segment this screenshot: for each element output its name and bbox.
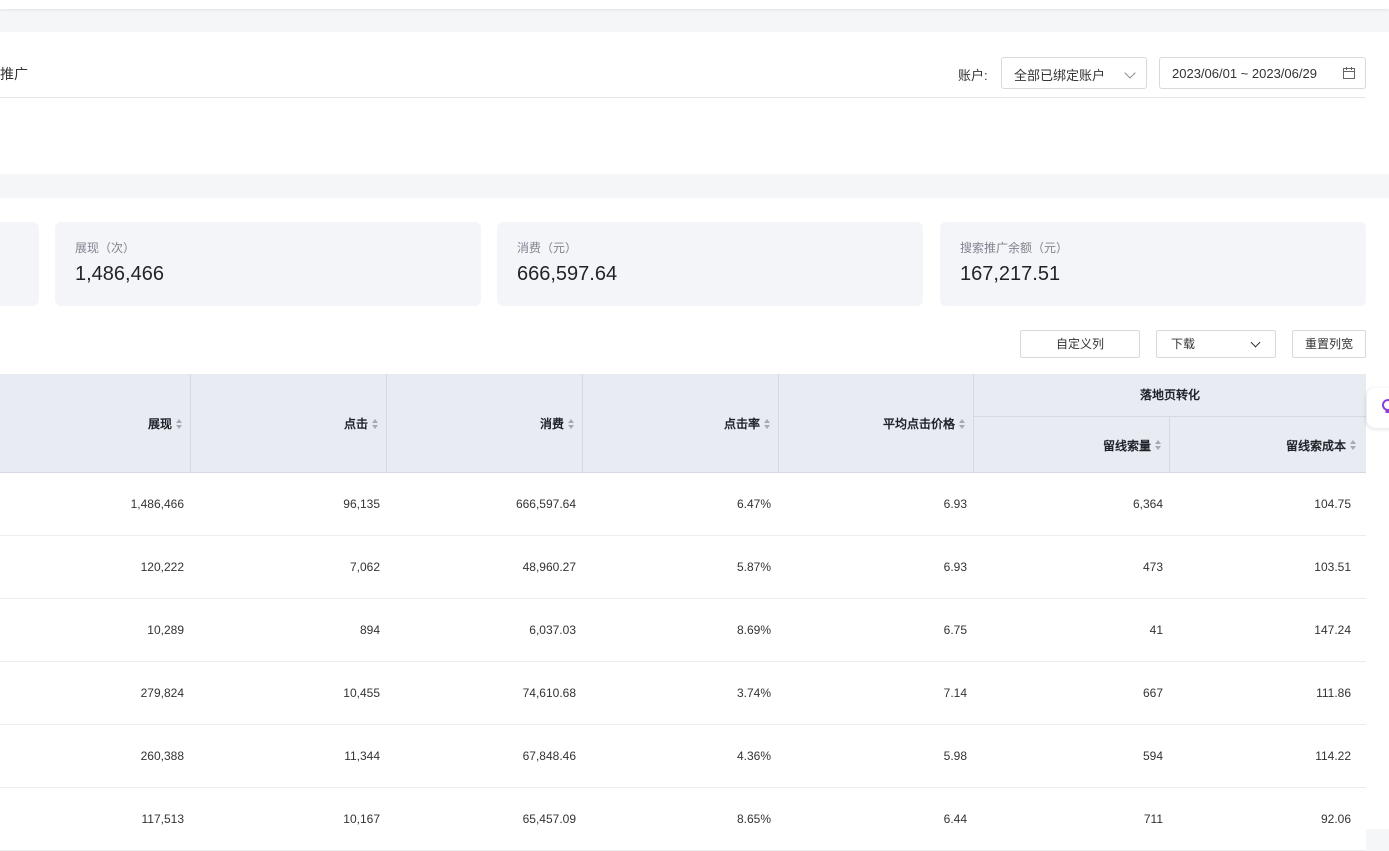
table-cell: 1,486,466: [0, 473, 184, 535]
table-cell: 147.24: [1170, 599, 1351, 661]
table-cell: 473: [974, 536, 1163, 598]
column-header-label: 点击率: [724, 415, 760, 432]
metric-value: 1,486,466: [75, 263, 164, 286]
column-header-impressions[interactable]: 展现: [0, 374, 182, 473]
column-header-cost[interactable]: 消费: [386, 374, 574, 473]
table-row: 279,82410,45574,610.683.74%7.14667111.86: [0, 662, 1366, 725]
table-cell: 6,037.03: [386, 599, 576, 661]
floating-assistant[interactable]: [1367, 388, 1389, 428]
lightbulb-icon: [1380, 399, 1389, 415]
table-cell: 111.86: [1170, 662, 1351, 724]
table-cell: 7,062: [190, 536, 380, 598]
table-cell: 667: [974, 662, 1163, 724]
top-bar: [0, 0, 1389, 9]
page-title: 推广: [0, 64, 28, 84]
sort-icon[interactable]: [1350, 440, 1356, 450]
metric-value: 167,217.51: [960, 263, 1060, 286]
table-cell: 65,457.09: [386, 788, 576, 850]
table-cell: 6,364: [974, 473, 1163, 535]
table-cell: 711: [974, 788, 1163, 850]
table-row: 120,2227,06248,960.275.87%6.93473103.51: [0, 536, 1366, 599]
table-cell: 48,960.27: [386, 536, 576, 598]
sort-icon[interactable]: [1155, 440, 1161, 450]
metric-card-impressions: 展现（次） 1,486,466: [55, 222, 481, 306]
table-cell: 5.87%: [582, 536, 771, 598]
custom-columns-button[interactable]: 自定义列: [1020, 330, 1140, 358]
table-cell: 6.75: [778, 599, 967, 661]
metric-label: 展现（次）: [75, 239, 135, 256]
filter-panel: [0, 32, 1389, 174]
table-cell: 11,344: [190, 725, 380, 787]
table-cell: 5.98: [778, 725, 967, 787]
sort-icon[interactable]: [372, 419, 378, 429]
table-cell: 894: [190, 599, 380, 661]
column-header-label: 留线索成本: [1286, 437, 1346, 454]
sort-icon[interactable]: [176, 419, 182, 429]
column-header-label: 展现: [148, 415, 172, 432]
metric-card-cost: 消费（元） 666,597.64: [497, 222, 923, 306]
table-cell: 67,848.46: [386, 725, 576, 787]
table-row: 117,51310,16765,457.098.65%6.4471192.06: [0, 788, 1366, 851]
table-cell: 6.47%: [582, 473, 771, 535]
column-header-ctr[interactable]: 点击率: [582, 374, 770, 473]
table-cell: 96,135: [190, 473, 380, 535]
metric-card-balance: 搜索推广余额（元） 167,217.51: [940, 222, 1366, 306]
table-cell: 8.69%: [582, 599, 771, 661]
table-cell: 3.74%: [582, 662, 771, 724]
table-cell: 6.93: [778, 536, 967, 598]
table-cell: 41: [974, 599, 1163, 661]
table-cell: 104.75: [1170, 473, 1351, 535]
table-cell: 666,597.64: [386, 473, 576, 535]
table-cell: 92.06: [1170, 788, 1351, 850]
sort-icon[interactable]: [568, 419, 574, 429]
table-cell: 10,167: [190, 788, 380, 850]
table-cell: 8.65%: [582, 788, 771, 850]
column-group-landing-conversion: 落地页转化: [974, 374, 1366, 416]
download-label: 下载: [1171, 337, 1195, 351]
table-cell: 7.14: [778, 662, 967, 724]
table-cell: 114.22: [1170, 725, 1351, 787]
table-cell: 6.44: [778, 788, 967, 850]
metric-value: 666,597.64: [517, 263, 617, 286]
column-header-label: 平均点击价格: [883, 415, 955, 432]
column-header-avg-cpc[interactable]: 平均点击价格: [778, 374, 965, 473]
reset-column-width-button[interactable]: 重置列宽: [1292, 330, 1366, 358]
column-header-lead-cost[interactable]: 留线索成本: [1170, 417, 1356, 473]
table-row: 10,2898946,037.038.69%6.7541147.24: [0, 599, 1366, 662]
download-select[interactable]: 下载: [1156, 330, 1276, 358]
table-row: 260,38811,34467,848.464.36%5.98594114.22: [0, 725, 1366, 788]
account-label: 账户:: [958, 65, 988, 84]
divider: [0, 97, 1366, 98]
account-select-value: 全部已绑定账户: [1014, 68, 1105, 83]
column-header-label: 点击: [344, 415, 368, 432]
sort-icon[interactable]: [764, 419, 770, 429]
table-cell: 120,222: [0, 536, 184, 598]
table-cell: 117,513: [0, 788, 184, 850]
table-row: 1,486,46696,135666,597.646.47%6.936,3641…: [0, 473, 1366, 536]
table-cell: 4.36%: [582, 725, 771, 787]
column-header-clicks[interactable]: 点击: [190, 374, 378, 473]
calendar-icon: [1343, 67, 1355, 79]
table-cell: 103.51: [1170, 536, 1351, 598]
table-cell: 279,824: [0, 662, 184, 724]
column-header-label: 留线索量: [1103, 437, 1151, 454]
account-select[interactable]: 全部已绑定账户: [1001, 57, 1147, 89]
date-range-value: 2023/06/01 ~ 2023/06/29: [1172, 66, 1317, 81]
date-range-picker[interactable]: 2023/06/01 ~ 2023/06/29: [1159, 57, 1366, 89]
column-header-label: 消费: [540, 415, 564, 432]
table-cell: 260,388: [0, 725, 184, 787]
chevron-down-icon: [1251, 338, 1261, 348]
table-cell: 594: [974, 725, 1163, 787]
table-cell: 10,455: [190, 662, 380, 724]
table-cell: 6.93: [778, 473, 967, 535]
table-cell: 74,610.68: [386, 662, 576, 724]
chevron-down-icon: [1124, 67, 1135, 78]
metric-card-partial: [0, 222, 39, 306]
table-cell: 10,289: [0, 599, 184, 661]
sort-icon[interactable]: [959, 419, 965, 429]
metric-label: 搜索推广余额（元）: [960, 239, 1068, 256]
metric-label: 消费（元）: [517, 239, 577, 256]
column-header-leads[interactable]: 留线索量: [974, 417, 1161, 473]
